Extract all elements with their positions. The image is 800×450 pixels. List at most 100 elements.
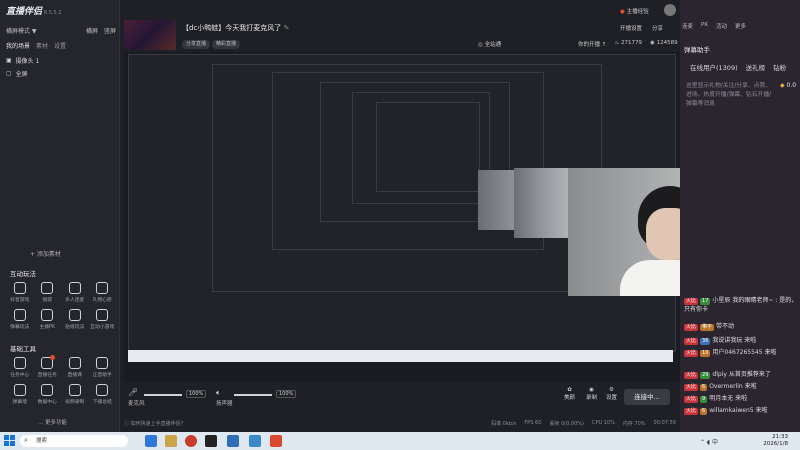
speaker-volume-value[interactable]: 100%: [276, 390, 297, 398]
avatar[interactable]: [664, 4, 676, 16]
danmu-message[interactable]: 火比 17 小星辰 我的眼睛老师~ : 是的，只有你卡: [684, 296, 800, 314]
room-info: 你的开播 ↑ ♨ 271779 ◉ 124589: [578, 40, 678, 48]
tool-sticker[interactable]: 贴纸玩法: [61, 309, 89, 330]
share-button[interactable]: 分享: [652, 24, 663, 32]
app-icon[interactable]: [249, 435, 261, 447]
windows-start-icon[interactable]: [4, 435, 15, 446]
tab-settings[interactable]: 设置: [54, 41, 66, 50]
tool-live-summary[interactable]: 下播总结: [89, 384, 117, 405]
stream-title[interactable]: 【dc小鸭蛙】今天我打麦克风了 ✎: [182, 23, 289, 33]
live-settings-button[interactable]: 开播设置: [620, 24, 642, 32]
add-source-button[interactable]: + 添加素材: [30, 249, 61, 258]
tab-more[interactable]: 更多: [735, 22, 746, 30]
danmu-message[interactable]: 火比 9 明月本无 来啦: [684, 394, 800, 403]
tool-lucky-bag[interactable]: 福袋: [34, 282, 62, 303]
highlight-chip[interactable]: 精彩直播: [212, 40, 241, 49]
search-icon: ⌕: [24, 436, 28, 444]
tool-live-class[interactable]: 直播课: [61, 357, 89, 378]
start-live-button[interactable]: 连接中...: [624, 389, 670, 405]
live-task-icon: [41, 355, 56, 369]
record-button[interactable]: ◉ 录制: [586, 387, 597, 401]
anchor-exp-link[interactable]: ● 主播经验: [620, 7, 649, 15]
mode-selector[interactable]: 横屏模式 ▼: [6, 26, 37, 35]
gear-icon: ⚙: [609, 387, 614, 393]
more-functions-button[interactable]: ... 更多功能: [38, 418, 67, 426]
tray-icons[interactable]: ⌃ ◖ 中: [700, 437, 718, 446]
viewer-count: ◉ 124589: [650, 40, 678, 46]
sticker-icon: [68, 309, 81, 321]
global-pass[interactable]: ◎ 全站通: [478, 40, 501, 48]
danmu-username[interactable]: 小星辰: [712, 297, 730, 304]
record-icon: ◉: [589, 387, 594, 393]
portrait-toggle[interactable]: 竖屏: [104, 26, 116, 35]
tool-gift-wish[interactable]: 礼物心愿: [89, 282, 117, 303]
wall-icon: [13, 384, 26, 396]
tool-task-center[interactable]: 任务中心: [6, 357, 34, 378]
taskbar-clock[interactable]: 21:33 2026/1/8: [750, 434, 788, 448]
mic-volume-value[interactable]: 100%: [186, 390, 207, 398]
online-users-tab[interactable]: 在线用户(1309): [690, 62, 738, 72]
level-badge: 10: [700, 350, 711, 357]
tab-material[interactable]: 素材: [36, 41, 48, 50]
danmu-username[interactable]: willamkaiwen5: [709, 407, 753, 414]
share-live-chip[interactable]: 分享直播: [182, 40, 211, 49]
voice-icon: [96, 357, 109, 369]
danmu-username[interactable]: 用户0467265545: [712, 349, 762, 356]
danmu-message[interactable]: 火比 6 willamkaiwen5 来啦: [684, 406, 800, 415]
danmu-username[interactable]: 明月本无: [709, 395, 733, 402]
basic-section-title: 基础工具: [10, 345, 36, 353]
danmu-message[interactable]: 火比 29 dlpiy 从首页推荐来了: [684, 370, 800, 379]
edit-icon: ✎: [283, 24, 290, 32]
tab-pk[interactable]: PK: [701, 22, 708, 30]
file-explorer-icon[interactable]: [165, 435, 177, 447]
beauty-button[interactable]: ✿ 美颜: [564, 387, 575, 401]
tool-mini-game[interactable]: 互动小游戏: [89, 309, 117, 330]
game-app-icon[interactable]: [205, 435, 217, 447]
tool-pk[interactable]: 主播PK: [34, 309, 62, 330]
tool-data-center[interactable]: 数据中心: [34, 384, 62, 405]
my-live-label[interactable]: 你的开播 ↑: [578, 40, 606, 48]
scene-item[interactable]: ▣ 摄像头 1: [6, 56, 116, 65]
edge-app-icon[interactable]: [145, 435, 157, 447]
help-tip[interactable]: ⓘ 如何快速上手直播伴侣?: [124, 420, 183, 427]
settings-button[interactable]: ⚙ 设置: [606, 387, 617, 401]
danmu-text: 来啦: [755, 407, 768, 414]
danmu-message[interactable]: 火比 10 用户0467265545 来啦: [684, 348, 800, 357]
danmu-username[interactable]: dlpiy: [712, 371, 727, 378]
landscape-toggle[interactable]: 横屏: [86, 26, 98, 35]
tab-my-scenes[interactable]: 我的场景: [6, 41, 30, 50]
fullscreen-icon: ▢: [6, 70, 12, 77]
diamond-fans-tab[interactable]: 钻粉: [773, 62, 786, 72]
interact-section-title: 互动玩法: [10, 270, 36, 278]
danmu-icon: [13, 309, 26, 321]
scene-item[interactable]: ▢ 全屏: [6, 69, 116, 78]
tool-video-record[interactable]: 视频录制: [61, 384, 89, 405]
fire-icon: ♨: [614, 40, 620, 46]
tool-voice-assistant[interactable]: 正音助手: [89, 357, 117, 378]
mic-icon[interactable]: 🎤︎: [128, 388, 138, 397]
tool-live-task[interactable]: 直播任务: [34, 355, 62, 378]
danmu-message[interactable]: 火比 6 Overmerlin 来啦: [684, 382, 800, 391]
chrome-app-icon[interactable]: [185, 435, 197, 447]
tab-lianmai[interactable]: 连麦: [682, 22, 693, 30]
speaker-icon[interactable]: 🔈︎: [216, 388, 221, 398]
fan-badge: 火比: [684, 338, 699, 345]
mic-volume-slider[interactable]: [144, 394, 182, 396]
danmu-message[interactable]: 火比 带不 带不动: [684, 322, 800, 331]
danmu-username[interactable]: Overmerlin: [709, 383, 742, 390]
tab-activity[interactable]: 活动: [716, 22, 727, 30]
tool-danmu-wall[interactable]: 弹幕墙: [6, 384, 34, 405]
live-companion-app-icon[interactable]: [270, 435, 282, 447]
game-icon: [13, 282, 26, 294]
gift-rank-tab[interactable]: 送礼榜: [746, 62, 766, 72]
status-bar: ⓘ 如何快速上手直播伴侣? 码率 0kb/s FPS 60 丢帧 0(0.00%…: [124, 416, 680, 430]
danmu-message[interactable]: 火比 36 我说讲我玩 来啦: [684, 336, 800, 345]
speaker-volume-slider[interactable]: [234, 394, 272, 396]
stream-cover-thumbnail[interactable]: [124, 20, 176, 50]
tool-multi-mic[interactable]: 多人连麦: [61, 282, 89, 303]
basic-tool-grid: 任务中心 直播任务 直播课 正音助手 弹幕墙 数据中心 视频录制 下播总结: [6, 355, 117, 405]
app-icon[interactable]: [227, 435, 239, 447]
tool-douyin-game[interactable]: 抖音游戏: [6, 282, 34, 303]
taskbar-search[interactable]: 搜索: [20, 435, 128, 447]
tool-danmu-play[interactable]: 弹幕玩法: [6, 309, 34, 330]
